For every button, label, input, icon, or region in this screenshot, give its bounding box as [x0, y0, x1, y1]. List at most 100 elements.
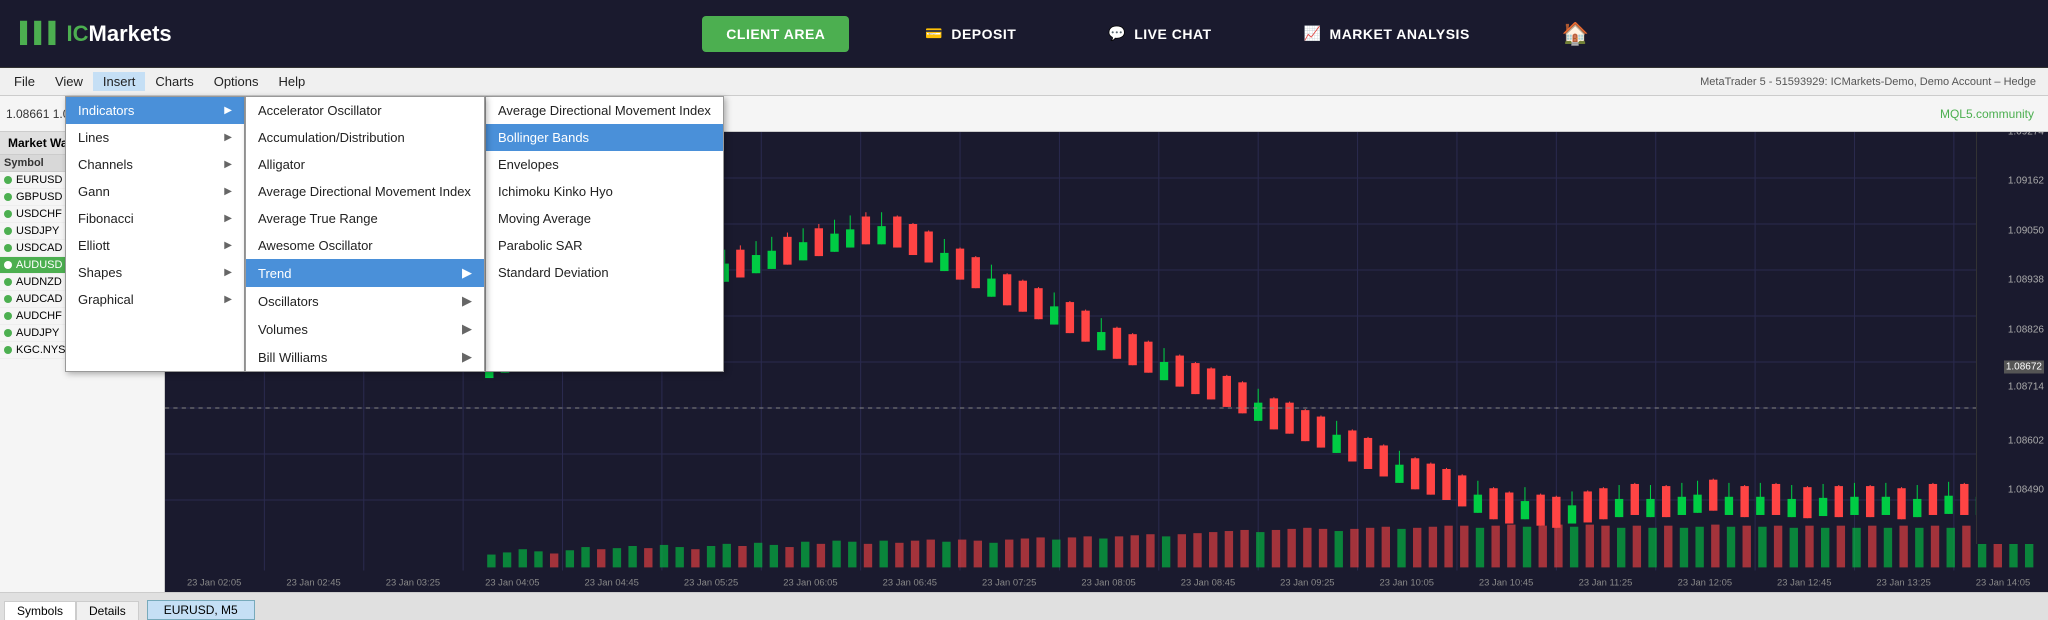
symbol-dot: [4, 244, 12, 252]
chart-tab-label[interactable]: EURUSD, M5: [147, 600, 255, 620]
mql5-link[interactable]: MQL5.community: [1940, 107, 2034, 121]
symbol-dot: [4, 295, 12, 303]
trend-std-dev-label: Standard Deviation: [498, 265, 609, 280]
trend-ichimoku-label: Ichimoku Kinko Hyo: [498, 184, 613, 199]
trend-admi[interactable]: Average Directional Movement Index: [486, 97, 723, 124]
indicator-oscillators[interactable]: Oscillators ▶: [246, 287, 484, 315]
trend-parabolic-sar[interactable]: Parabolic SAR: [486, 232, 723, 259]
chevron-right-icon: ▶: [224, 240, 232, 251]
svg-text:23 Jan 06:45: 23 Jan 06:45: [883, 577, 937, 588]
menu-view[interactable]: View: [45, 72, 93, 91]
svg-text:23 Jan 12:45: 23 Jan 12:45: [1777, 577, 1831, 588]
chevron-right-icon: ▶: [462, 349, 472, 365]
indicator-awesome[interactable]: Awesome Oscillator: [246, 232, 484, 259]
indicator-accumulation[interactable]: Accumulation/Distribution: [246, 124, 484, 151]
price-label: 1.08714: [2008, 382, 2044, 393]
svg-text:23 Jan 10:05: 23 Jan 10:05: [1380, 577, 1434, 588]
menu-shapes[interactable]: Shapes ▶: [66, 259, 244, 286]
trend-bollinger[interactable]: Bollinger Bands: [486, 124, 723, 151]
price-label: 1.08490: [2008, 485, 2044, 496]
indicator-alligator[interactable]: Alligator: [246, 151, 484, 178]
chevron-right-icon: ▶: [462, 265, 472, 281]
menu-help[interactable]: Help: [269, 72, 316, 91]
tab-details[interactable]: Details: [76, 601, 139, 620]
trend-moving-average-label: Moving Average: [498, 211, 591, 226]
symbol-dot: [4, 227, 12, 235]
trend-envelopes[interactable]: Envelopes: [486, 151, 723, 178]
indicator-bill-williams-label: Bill Williams: [258, 350, 327, 365]
chevron-right-icon: ▶: [224, 105, 232, 116]
tab-symbols[interactable]: Symbols: [4, 601, 76, 620]
indicator-admi-label: Average Directional Movement Index: [258, 184, 471, 199]
indicator-trend-label: Trend: [258, 266, 291, 281]
logo-area: ▌▌▌ ICMarkets: [0, 21, 260, 47]
menu-insert[interactable]: Insert: [93, 72, 146, 91]
indicator-accelerator-label: Accelerator Oscillator: [258, 103, 382, 118]
indicator-accumulation-label: Accumulation/Distribution: [258, 130, 405, 145]
svg-text:23 Jan 09:25: 23 Jan 09:25: [1280, 577, 1334, 588]
indicator-oscillators-label: Oscillators: [258, 294, 319, 309]
trend-envelopes-label: Envelopes: [498, 157, 559, 172]
indicator-atr[interactable]: Average True Range: [246, 205, 484, 232]
symbol-name: USDCAD: [16, 242, 62, 254]
indicators-submenu: Accelerator Oscillator Accumulation/Dist…: [245, 96, 485, 372]
menu-gann[interactable]: Gann ▶: [66, 178, 244, 205]
symbol-dot: [4, 193, 12, 201]
svg-text:23 Jan 08:05: 23 Jan 08:05: [1081, 577, 1135, 588]
menu-lines[interactable]: Lines ▶: [66, 124, 244, 151]
trend-bollinger-label: Bollinger Bands: [498, 130, 589, 145]
svg-text:23 Jan 03:25: 23 Jan 03:25: [386, 577, 440, 588]
chevron-right-icon: ▶: [224, 294, 232, 305]
symbol-name: AUDCAD: [16, 293, 62, 305]
svg-text:23 Jan 02:05: 23 Jan 02:05: [187, 577, 241, 588]
trend-std-dev[interactable]: Standard Deviation: [486, 259, 723, 286]
menu-elliott-label: Elliott: [78, 238, 110, 253]
deposit-button[interactable]: 💳 DEPOSIT: [909, 17, 1032, 50]
menu-fibonacci[interactable]: Fibonacci ▶: [66, 205, 244, 232]
menu-bar: File View Insert Charts Options Help Met…: [0, 68, 2048, 96]
indicator-volumes[interactable]: Volumes ▶: [246, 315, 484, 343]
menu-indicators[interactable]: Indicators ▶: [66, 97, 244, 124]
menu-file[interactable]: File: [4, 72, 45, 91]
symbol-name: AUDCHF: [16, 310, 62, 322]
symbol-name: GBPUSD: [16, 191, 62, 203]
indicator-admi[interactable]: Average Directional Movement Index: [246, 178, 484, 205]
live-chat-button[interactable]: 💬 LIVE CHAT: [1092, 17, 1227, 50]
svg-text:23 Jan 07:25: 23 Jan 07:25: [982, 577, 1036, 588]
symbol-name: AUDNZD: [16, 276, 62, 288]
menu-shapes-label: Shapes: [78, 265, 122, 280]
price-label: 1.09162: [2008, 176, 2044, 187]
indicator-bill-williams[interactable]: Bill Williams ▶: [246, 343, 484, 371]
trend-submenu: Average Directional Movement Index Bolli…: [485, 96, 724, 372]
symbol-dot: [4, 312, 12, 320]
chevron-right-icon: ▶: [224, 186, 232, 197]
price-label: 1.08602: [2008, 436, 2044, 447]
indicator-alligator-label: Alligator: [258, 157, 305, 172]
indicator-accelerator[interactable]: Accelerator Oscillator: [246, 97, 484, 124]
menu-graphical[interactable]: Graphical ▶: [66, 286, 244, 313]
symbol-dot: [4, 210, 12, 218]
home-button[interactable]: 🏠: [1546, 13, 1606, 55]
chevron-right-icon: ▶: [224, 267, 232, 278]
svg-text:23 Jan 10:45: 23 Jan 10:45: [1479, 577, 1533, 588]
menu-charts[interactable]: Charts: [145, 72, 203, 91]
market-analysis-button[interactable]: 📈 MARKET ANALYSIS: [1288, 17, 1486, 50]
client-area-button[interactable]: CLIENT AREA: [702, 16, 849, 52]
insert-menu: Indicators ▶ Lines ▶ Channels ▶ Gann ▶ F…: [65, 96, 245, 372]
trend-ichimoku[interactable]: Ichimoku Kinko Hyo: [486, 178, 723, 205]
indicator-trend[interactable]: Trend ▶: [246, 259, 484, 287]
menu-channels[interactable]: Channels ▶: [66, 151, 244, 178]
price-label: 1.09050: [2008, 225, 2044, 236]
symbol-name: USDJPY: [16, 225, 59, 237]
menu-options[interactable]: Options: [204, 72, 269, 91]
menu-indicators-label: Indicators: [78, 103, 134, 118]
menu-elliott[interactable]: Elliott ▶: [66, 232, 244, 259]
price-axis: 1.09274 1.09162 1.09050 1.08938 1.08826 …: [1976, 132, 2048, 544]
svg-text:23 Jan 04:45: 23 Jan 04:45: [584, 577, 638, 588]
menu-graphical-label: Graphical: [78, 292, 134, 307]
col-symbol: Symbol: [0, 155, 64, 171]
symbol-dot: [4, 278, 12, 286]
symbol-name: AUDUSD: [16, 259, 62, 271]
chart-icon: 📈: [1304, 25, 1322, 42]
trend-moving-average[interactable]: Moving Average: [486, 205, 723, 232]
